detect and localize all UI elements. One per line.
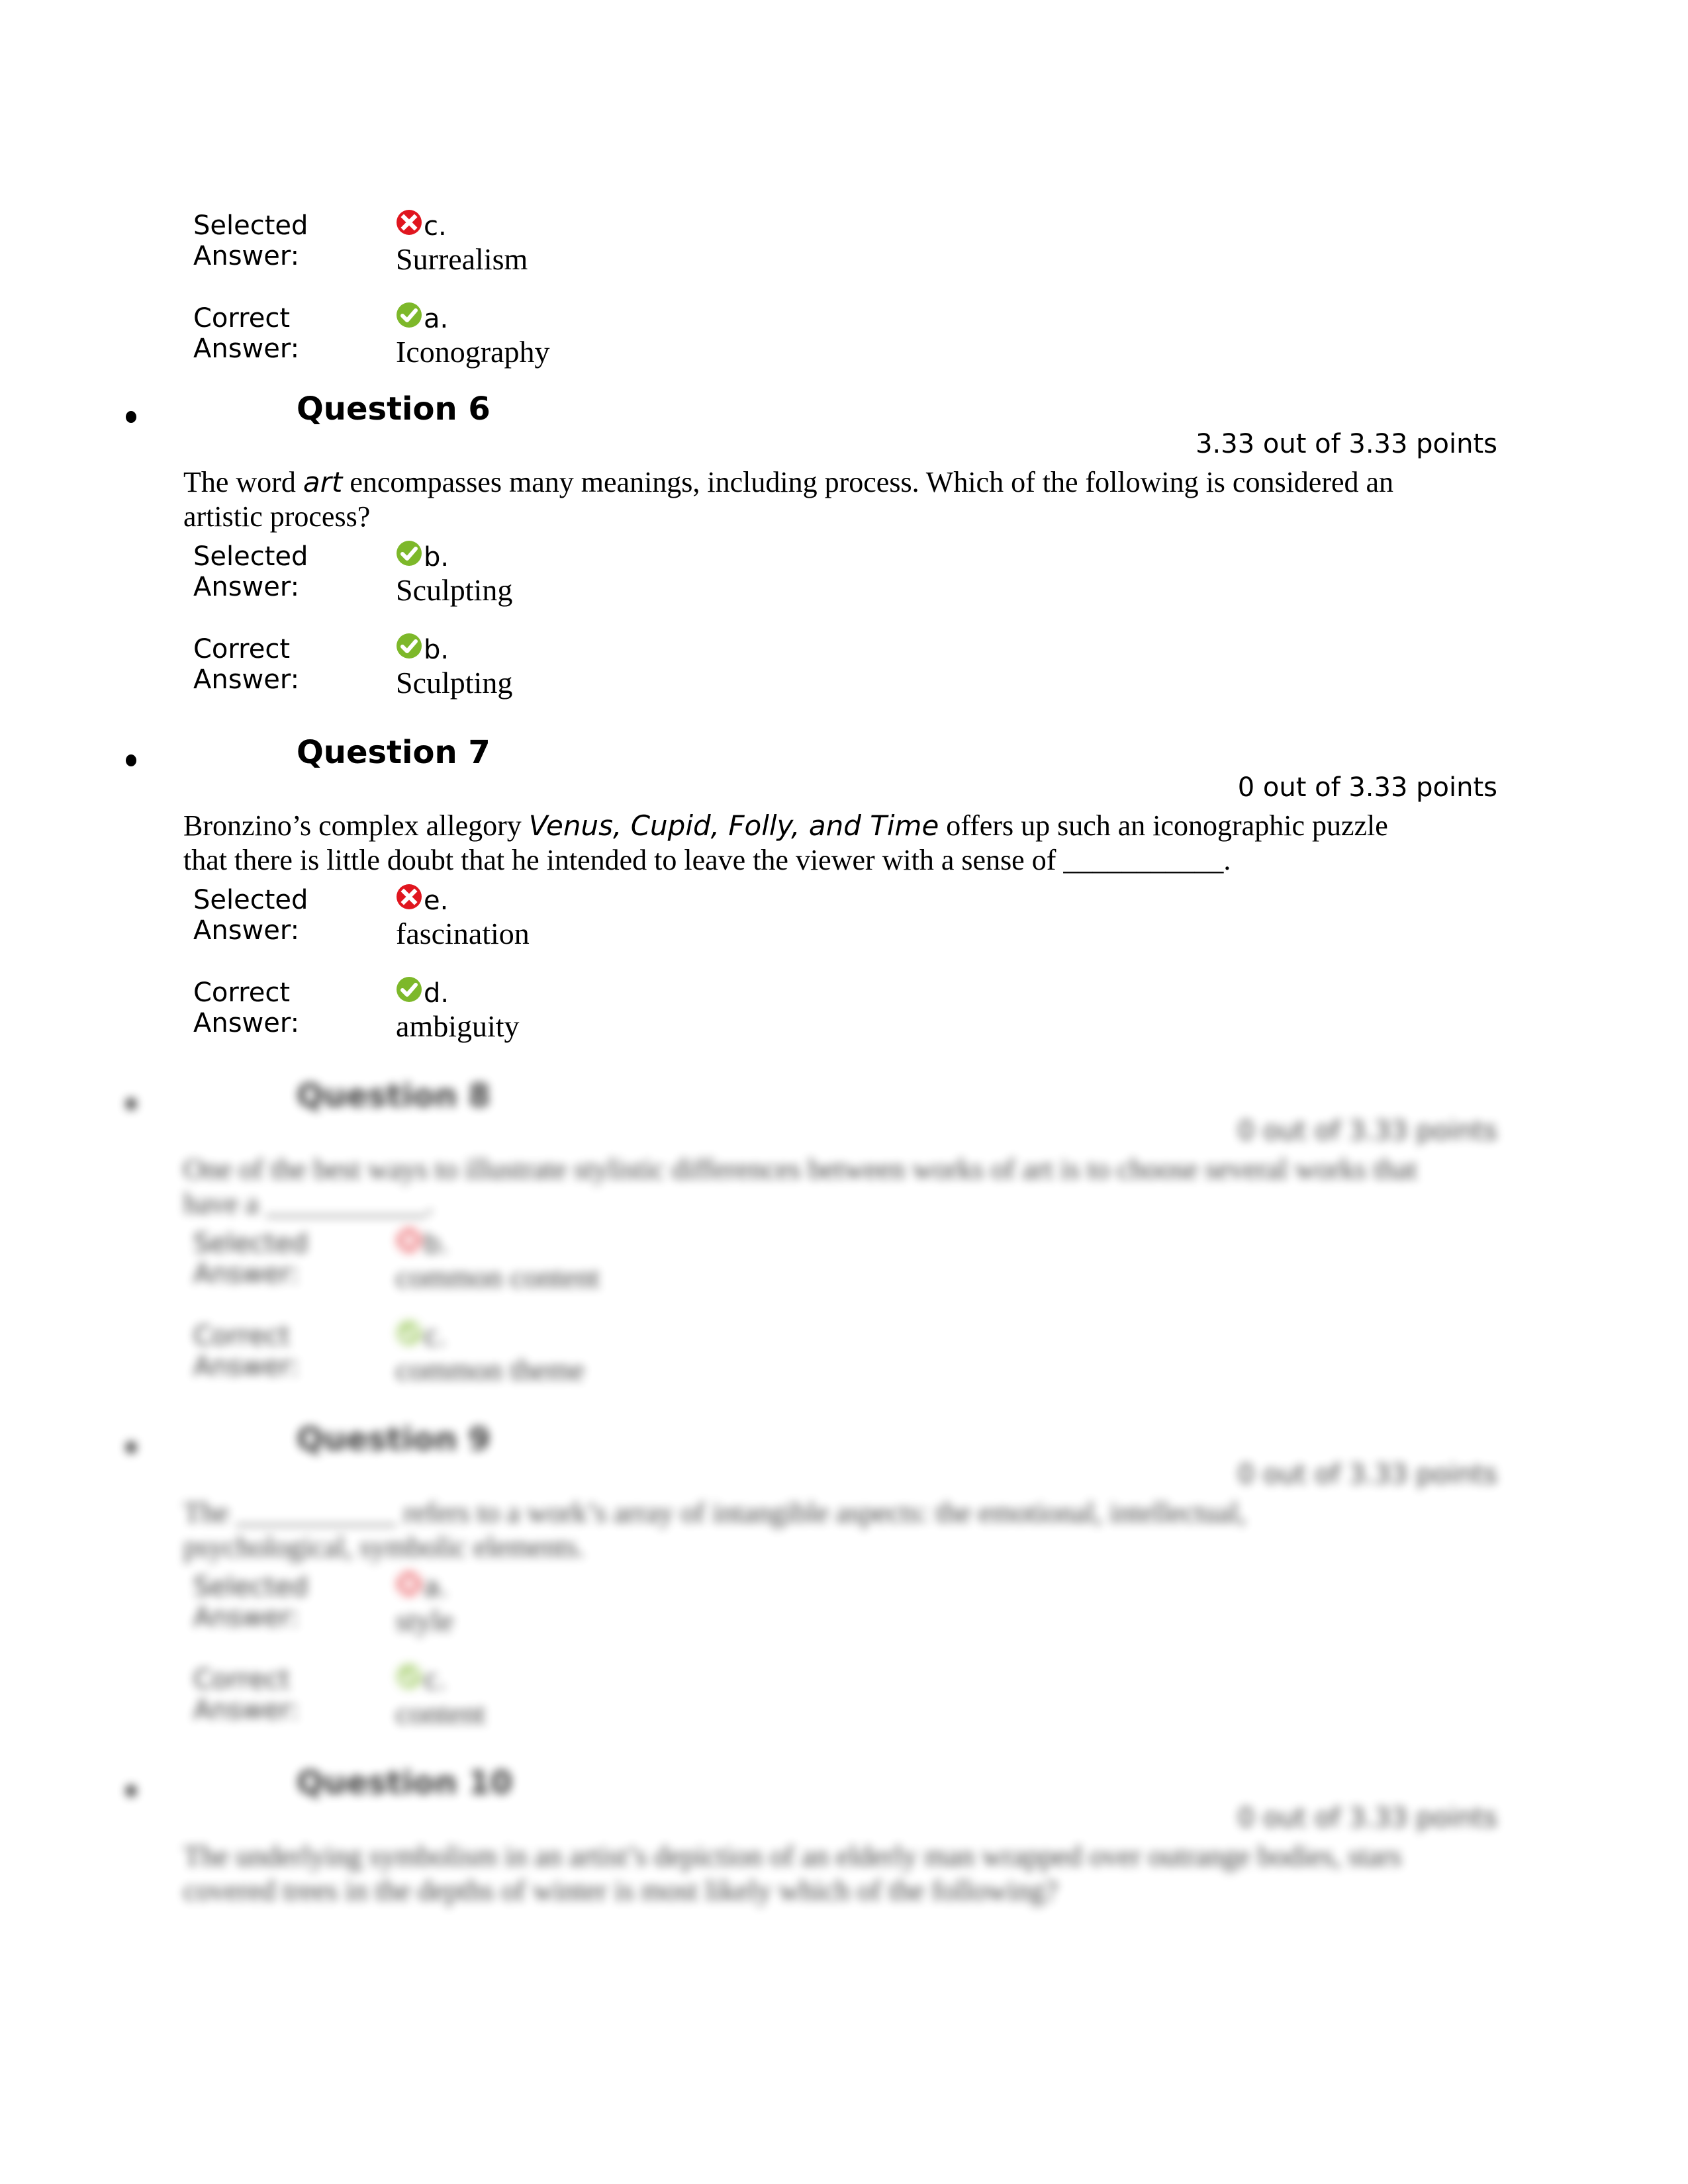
selected-answer-value: c. Surrealism	[396, 209, 859, 278]
selected-answer-value: b. common content	[396, 1227, 859, 1296]
check-circle-icon	[397, 302, 422, 328]
selected-answer-label: Selected Answer:	[193, 210, 365, 271]
question-points: 0 out of 3.33 points	[1237, 1803, 1497, 1833]
correct-answer-value: a. Iconography	[396, 302, 859, 371]
question-text-part: The ___________ refers to a work’s array…	[183, 1496, 1246, 1563]
answer-text: Iconography	[396, 335, 550, 369]
question-title: Question 7	[297, 734, 491, 771]
label-line: Correct	[193, 634, 290, 664]
label-line: Selected	[193, 541, 308, 572]
answer-letter: b.	[424, 635, 449, 665]
correct-answer-label: Correct Answer:	[193, 978, 365, 1038]
correct-answer-value: c. content	[396, 1663, 859, 1732]
answer-letter: b.	[424, 1229, 449, 1259]
answer-letter: c.	[424, 1322, 447, 1352]
x-circle-icon	[397, 1228, 422, 1253]
list-bullet	[126, 754, 136, 766]
question-text: One of the best ways to illustrate styli…	[183, 1152, 1421, 1221]
answer-letter: b.	[424, 542, 449, 572]
x-circle-icon	[397, 210, 422, 235]
label-line: Selected	[193, 1228, 308, 1259]
list-bullet	[126, 1785, 136, 1797]
x-circle-icon	[397, 884, 422, 909]
answer-text: content	[396, 1696, 486, 1730]
label-line: Correct	[193, 978, 290, 1008]
correct-answer-label: Correct Answer:	[193, 1321, 365, 1382]
label-line: Answer:	[193, 334, 300, 364]
check-circle-icon	[397, 541, 422, 566]
selected-answer-value: a. style	[396, 1570, 859, 1639]
label-line: Answer:	[193, 1695, 300, 1725]
label-line: Selected	[193, 1572, 308, 1602]
question-text-part: One of the best ways to illustrate styli…	[183, 1153, 1417, 1220]
label-line: Correct	[193, 1664, 290, 1695]
label-line: Selected	[193, 885, 308, 915]
correct-answer-value: c. common theme	[396, 1320, 859, 1388]
selected-answer-label: Selected Answer:	[193, 885, 365, 946]
label-line: Answer:	[193, 1602, 300, 1633]
correct-answer-label: Correct Answer:	[193, 1664, 365, 1725]
answer-text: ambiguity	[396, 1009, 520, 1043]
question-title: Question 10	[297, 1764, 513, 1801]
label-line: Selected	[193, 210, 308, 241]
answer-letter: a.	[424, 1572, 449, 1603]
selected-answer-label: Selected Answer:	[193, 1572, 365, 1633]
check-circle-icon	[397, 1320, 422, 1345]
question-text-part: Bronzino’s complex allegory	[183, 809, 529, 842]
question-text: The word art encompasses many meanings, …	[183, 465, 1421, 534]
question-text: The ___________ refers to a work’s array…	[183, 1496, 1421, 1565]
question-points: 0 out of 3.33 points	[1237, 1459, 1497, 1490]
selected-answer-value: b. Sculpting	[396, 540, 859, 609]
question-text: The underlying symbolism in an artist’s …	[183, 1839, 1421, 1908]
selected-answer-label: Selected Answer:	[193, 541, 365, 602]
answer-text: Surrealism	[396, 242, 528, 276]
answer-letter: c.	[424, 1665, 447, 1696]
answer-letter: d.	[424, 978, 449, 1009]
question-points: 3.33 out of 3.33 points	[1196, 429, 1497, 459]
question-text-part: The underlying symbolism in an artist’s …	[183, 1840, 1402, 1907]
check-circle-icon	[397, 977, 422, 1002]
question-title: Question 8	[297, 1077, 491, 1115]
answer-letter: a.	[424, 304, 449, 334]
answer-text: fascination	[396, 917, 530, 950]
question-text-part: encompasses many meanings, including pro…	[183, 466, 1394, 533]
answer-text: common theme	[396, 1353, 585, 1387]
question-text-italic: Venus, Cupid, Folly, and Time	[528, 809, 939, 842]
label-line: Answer:	[193, 1259, 300, 1289]
correct-answer-label: Correct Answer:	[193, 303, 365, 364]
list-bullet	[126, 1441, 136, 1453]
correct-answer-label: Correct Answer:	[193, 634, 365, 695]
answer-letter: e.	[424, 886, 449, 916]
label-line: Answer:	[193, 664, 300, 695]
quiz-results-page: Selected Answer: c. Surrealism Correct A…	[0, 0, 1688, 2184]
question-points: 0 out of 3.33 points	[1237, 772, 1497, 803]
answer-text: common content	[396, 1260, 600, 1294]
selected-answer-label: Selected Answer:	[193, 1228, 365, 1289]
answer-letter: c.	[424, 211, 447, 242]
label-line: Correct	[193, 1321, 290, 1351]
correct-answer-value: d. ambiguity	[396, 976, 859, 1045]
list-bullet	[126, 1098, 136, 1110]
selected-answer-value: e. fascination	[396, 884, 859, 952]
answer-text: Sculpting	[396, 666, 513, 700]
label-line: Answer:	[193, 915, 300, 946]
label-line: Answer:	[193, 241, 300, 271]
answer-text: Sculpting	[396, 573, 513, 607]
check-circle-icon	[397, 1664, 422, 1689]
correct-answer-value: b. Sculpting	[396, 633, 859, 702]
x-circle-icon	[397, 1571, 422, 1596]
check-circle-icon	[397, 633, 422, 659]
question-title: Question 6	[297, 390, 491, 428]
question-title: Question 9	[297, 1421, 491, 1458]
answer-text: style	[396, 1604, 453, 1637]
question-text: Bronzino’s complex allegory Venus, Cupid…	[183, 809, 1421, 878]
label-line: Correct	[193, 303, 290, 334]
label-line: Answer:	[193, 1008, 300, 1038]
question-points: 0 out of 3.33 points	[1237, 1116, 1497, 1146]
label-line: Answer:	[193, 572, 300, 602]
list-bullet	[126, 411, 136, 423]
question-text-part: The word	[183, 466, 303, 498]
label-line: Answer:	[193, 1351, 300, 1382]
question-text-italic: art	[303, 466, 343, 498]
